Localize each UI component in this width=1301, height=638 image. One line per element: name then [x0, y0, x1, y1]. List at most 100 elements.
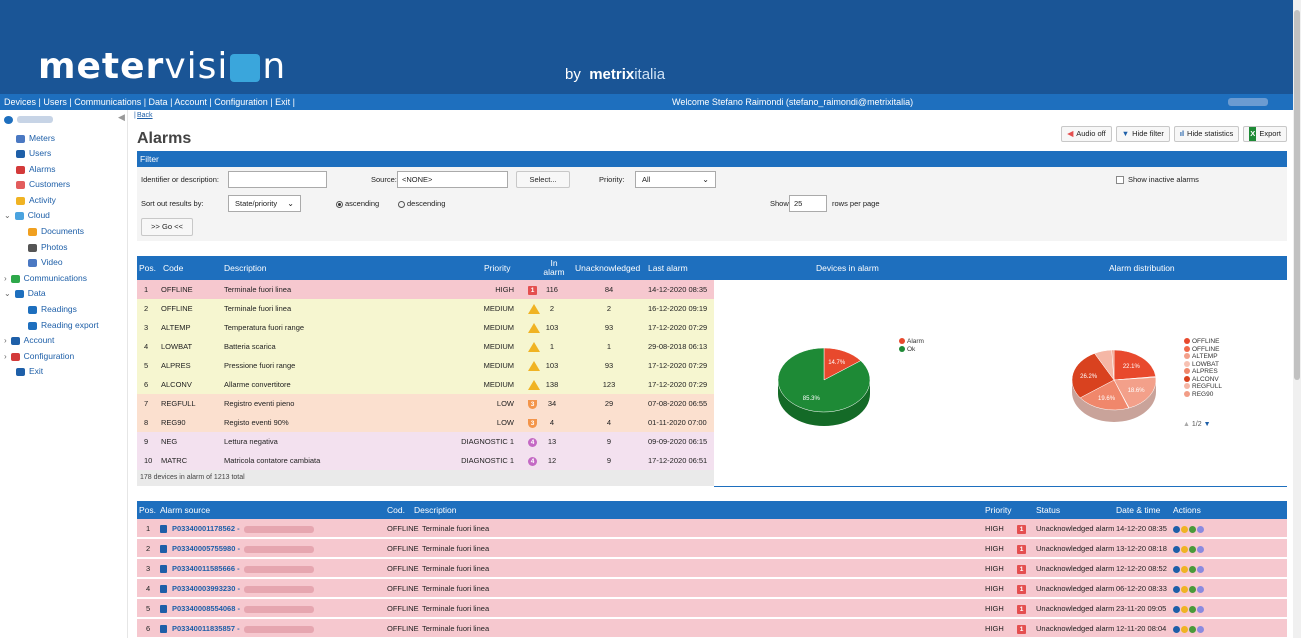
nav-links[interactable]: Devices | Users | Communications | Data … — [4, 94, 295, 110]
search-icon[interactable] — [1173, 625, 1180, 633]
table-row[interactable]: 3 P03340011585666 - OFFLINE Terminale fuori… — [137, 559, 1287, 578]
scrollbar-thumb[interactable] — [1294, 10, 1300, 380]
ascending-radio[interactable]: ascending — [336, 199, 379, 208]
show-inactive-checkbox[interactable] — [1116, 176, 1124, 185]
table-row[interactable]: 1 P03340001178562 - OFFLINE Terminale fuori… — [137, 519, 1287, 538]
hide-filter-button[interactable]: ▼ Hide filter — [1115, 126, 1170, 142]
table-row[interactable]: 4 P03340003993230 - OFFLINE Terminale fuori… — [137, 579, 1287, 598]
sidebar-item-meters[interactable]: Meters — [16, 131, 55, 145]
settings-icon[interactable] — [1197, 625, 1204, 633]
sidebar-item-activity[interactable]: Activity — [16, 193, 56, 207]
pager-down-icon[interactable]: ▼ — [1204, 421, 1211, 428]
col-unacknowledged[interactable]: Unacknowledged — [575, 256, 640, 280]
user-icon[interactable] — [1181, 605, 1188, 613]
sidebar-item-documents[interactable]: Documents — [28, 224, 84, 238]
sidebar-item-data[interactable]: ⌄ Data — [4, 286, 46, 300]
alarm-source-link[interactable]: P03340001178562 - — [172, 519, 240, 538]
search-icon[interactable] — [1173, 605, 1180, 613]
col-description[interactable]: Description — [414, 501, 457, 519]
sidebar-item-readings[interactable]: Readings — [28, 302, 77, 316]
go-button[interactable]: >> Go << — [141, 218, 193, 236]
col-pos[interactable]: Pos. — [139, 501, 156, 519]
search-icon[interactable] — [1173, 545, 1180, 553]
acknowledge-icon[interactable] — [1189, 585, 1196, 593]
alarm-source-link[interactable]: P03340005755980 - — [172, 539, 240, 558]
user-icon[interactable] — [1181, 625, 1188, 633]
alarm-source-link[interactable]: P03340008554068 - — [172, 599, 240, 618]
chevron-icon[interactable]: › — [4, 336, 7, 345]
col-cod[interactable]: Cod. — [387, 501, 405, 519]
sidebar-item-communications[interactable]: › Communications — [4, 271, 87, 285]
sidebar-item-users[interactable]: Users — [16, 146, 51, 160]
table-row[interactable]: 8 REG90 Registo eventi 90% LOW 3 4 4 01-11-2020… — [137, 413, 714, 432]
col-pos[interactable]: Pos. — [139, 256, 156, 280]
acknowledge-icon[interactable] — [1189, 525, 1196, 533]
pager-up-icon[interactable]: ▲ — [1183, 421, 1190, 428]
rows-per-page-input[interactable]: 25 — [789, 195, 827, 212]
chevron-icon[interactable]: › — [4, 274, 7, 283]
export-button[interactable]: X Export — [1243, 126, 1287, 142]
radio-on[interactable] — [336, 200, 343, 208]
user-icon[interactable] — [1181, 565, 1188, 573]
table-row[interactable]: 2 P03340005755980 - OFFLINE Terminale fuori… — [137, 539, 1287, 558]
sidebar-root[interactable] — [4, 112, 53, 126]
sidebar-item-cloud[interactable]: ⌄ Cloud — [4, 208, 50, 222]
alarm-source-link[interactable]: P03340011585666 - — [172, 559, 240, 578]
settings-icon[interactable] — [1197, 565, 1204, 573]
acknowledge-icon[interactable] — [1189, 625, 1196, 633]
acknowledge-icon[interactable] — [1189, 565, 1196, 573]
show-inactive-toggle[interactable]: Show inactive alarms — [1116, 175, 1199, 185]
alarm-source-link[interactable]: P03340003993230 - — [172, 579, 240, 598]
sidebar-item-alarms[interactable]: Alarms — [16, 162, 55, 176]
radio-off[interactable] — [398, 200, 405, 208]
page-scrollbar[interactable] — [1293, 0, 1301, 638]
priority-select[interactable]: All ⌄ — [635, 171, 716, 188]
chevron-icon[interactable]: › — [4, 352, 7, 361]
col-priority[interactable]: Priority — [985, 501, 1011, 519]
sidebar-item-exit[interactable]: Exit — [16, 364, 43, 378]
search-icon[interactable] — [1173, 585, 1180, 593]
col-last-alarm[interactable]: Last alarm — [648, 256, 688, 280]
table-row[interactable]: 5 P03340008554068 - OFFLINE Terminale fuori… — [137, 599, 1287, 618]
col-status[interactable]: Status — [1036, 501, 1060, 519]
sort-select[interactable]: State/priority ⌄ — [228, 195, 301, 212]
sidebar-item-reading-export[interactable]: Reading export — [28, 318, 99, 332]
table-row[interactable]: 10 MATRC Matricola contatore cambiata DIAGN… — [137, 451, 714, 470]
sidebar-item-configuration[interactable]: › Configuration — [4, 349, 74, 363]
audio-off-button[interactable]: ◀ Audio off — [1061, 126, 1112, 142]
table-row[interactable]: 2 OFFLINE Terminale fuori linea MEDIUM 2 2 16-… — [137, 299, 714, 318]
alarm-source-link[interactable]: P03340011835857 - — [172, 619, 240, 638]
sidebar-item-customers[interactable]: Customers — [16, 177, 70, 191]
col-description[interactable]: Description — [224, 256, 267, 280]
search-icon[interactable] — [1173, 525, 1180, 533]
user-icon[interactable] — [1181, 525, 1188, 533]
table-row[interactable]: 3 ALTEMP Temperatura fuori range MEDIUM 103 9… — [137, 318, 714, 337]
table-row[interactable]: 5 ALPRES Pressione fuori range MEDIUM 103 93 1… — [137, 356, 714, 375]
sidebar-item-video[interactable]: Video — [28, 255, 63, 269]
sidebar-item-photos[interactable]: Photos — [28, 240, 67, 254]
col-alarm-source[interactable]: Alarm source — [160, 501, 210, 519]
chevron-icon[interactable]: ⌄ — [4, 211, 11, 220]
search-icon[interactable] — [1173, 565, 1180, 573]
acknowledge-icon[interactable] — [1189, 605, 1196, 613]
settings-icon[interactable] — [1197, 545, 1204, 553]
settings-icon[interactable] — [1197, 605, 1204, 613]
table-row[interactable]: 6 ALCONV Allarme convertitore MEDIUM 138 123 1… — [137, 375, 714, 394]
collapse-sidebar-icon[interactable]: ◀ — [118, 112, 125, 123]
back-link[interactable]: Back — [137, 112, 153, 119]
table-row[interactable]: 9 NEG Lettura negativa DIAGNOSTIC 1 4 13 9 09-0… — [137, 432, 714, 451]
col-priority[interactable]: Priority — [484, 256, 510, 280]
acknowledge-icon[interactable] — [1189, 545, 1196, 553]
sidebar-item-account[interactable]: › Account — [4, 333, 54, 347]
user-icon[interactable] — [1181, 585, 1188, 593]
col-in-alarm[interactable]: In alarm — [542, 259, 566, 277]
table-row[interactable]: 1 OFFLINE Terminale fuori linea HIGH 1 116 84 1… — [137, 280, 714, 299]
hide-statistics-button[interactable]: ıl Hide statistics — [1173, 126, 1240, 142]
settings-icon[interactable] — [1197, 585, 1204, 593]
filter-header[interactable]: Filter — [137, 151, 1287, 167]
select-source-button[interactable]: Select... — [516, 171, 570, 188]
table-row[interactable]: 6 P03340011835857 - OFFLINE Terminale fuori… — [137, 619, 1287, 638]
chevron-icon[interactable]: ⌄ — [4, 289, 11, 298]
settings-icon[interactable] — [1197, 525, 1204, 533]
col-date-time[interactable]: Date & time — [1116, 501, 1160, 519]
